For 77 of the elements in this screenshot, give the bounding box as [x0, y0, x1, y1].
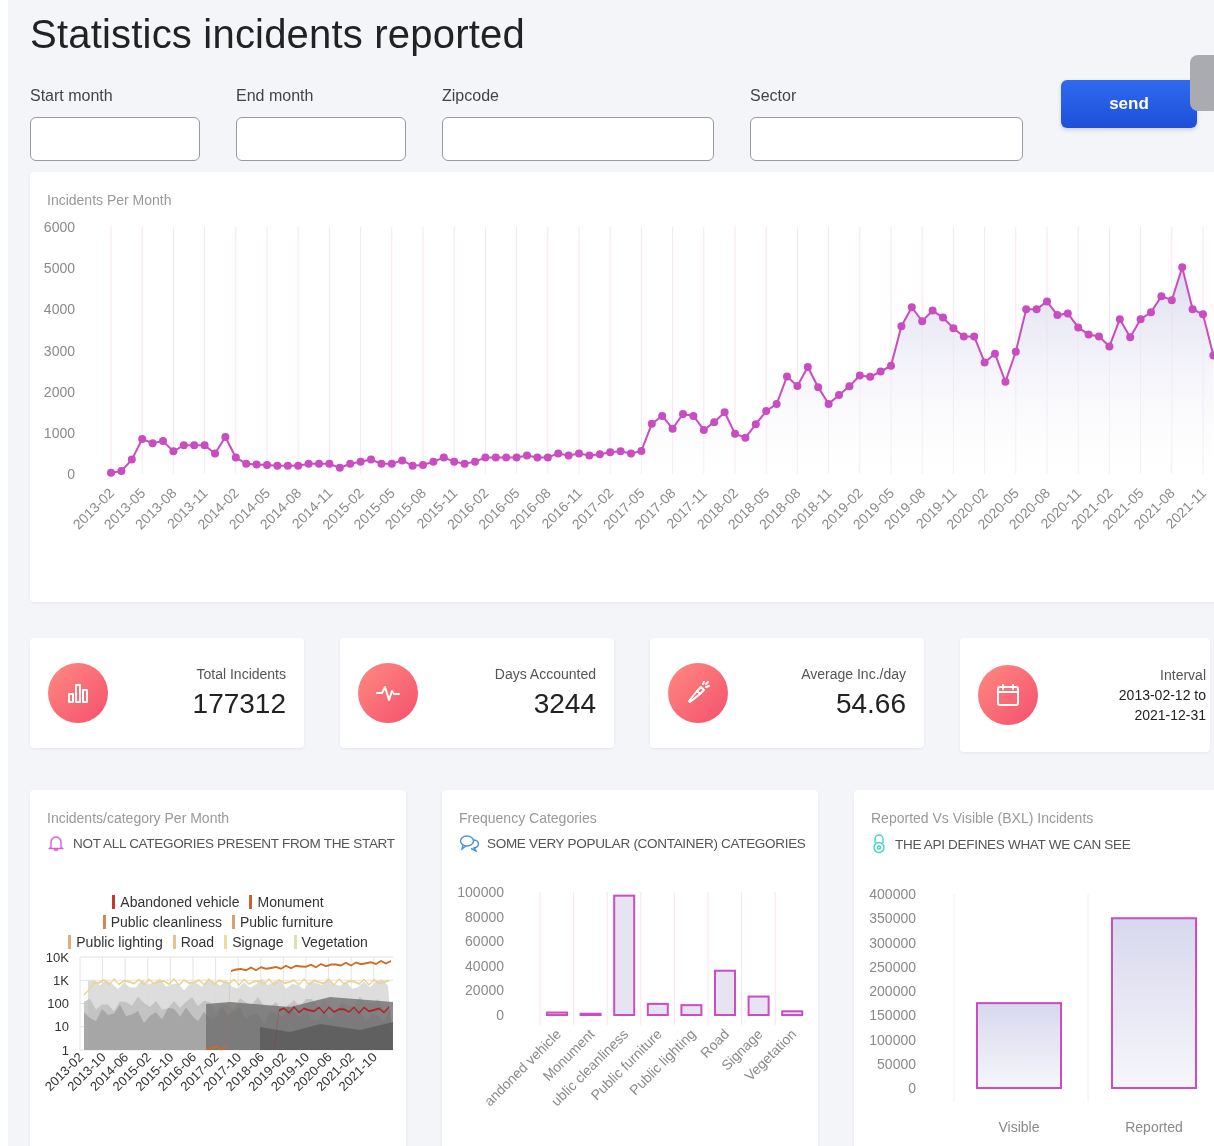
axis-label: 200000: [869, 983, 916, 999]
stat-value: 177312: [192, 688, 286, 720]
stat-value: 2013-02-12 to: [1118, 687, 1206, 703]
axis-label: Visible: [998, 1119, 1040, 1135]
axis-label: 350000: [869, 910, 916, 927]
axis-label: 60000: [465, 933, 504, 950]
legend-label: Signage: [232, 934, 284, 950]
chart-note: SOME VERY POPULAR (CONTAINER) CATEGORIES: [487, 835, 806, 851]
stat-label: Days Accounted: [494, 666, 596, 682]
chart-title: Incidents Per Month: [46, 192, 173, 208]
stat-value: 2021-12-31: [1134, 707, 1206, 723]
axis-label: 6000: [43, 219, 75, 235]
bar: [781, 1010, 804, 1016]
axis-label: 100000: [457, 884, 504, 900]
axis-label: 1000: [43, 424, 75, 441]
page-title: Statistics incidents reported: [30, 12, 526, 57]
stat-value: 3244: [533, 688, 596, 720]
axis-label: 10K: [45, 952, 69, 965]
axis-label: 300000: [869, 934, 916, 951]
axis-label: 80000: [465, 908, 504, 925]
stat-label: Interval: [1160, 667, 1206, 683]
field-label: End month: [236, 87, 315, 105]
input-field[interactable]: [750, 117, 1023, 161]
axis-label: 250000: [869, 958, 916, 975]
axis-label: 150000: [869, 1007, 916, 1024]
chart-title: Incidents/category Per Month: [46, 810, 231, 826]
axis-label: Reported: [1125, 1119, 1183, 1135]
field-label: Sector: [750, 87, 798, 105]
legend-label: Road: [180, 934, 215, 950]
bell-icon: [47, 834, 65, 852]
axis-label: 20000: [465, 982, 504, 999]
axis-label: 100000: [869, 1031, 916, 1048]
axis-label: 1: [61, 1042, 69, 1058]
legend-label: Vegetation: [301, 934, 368, 950]
axis-label: 10: [54, 1019, 69, 1035]
axis-label: 5000: [43, 260, 75, 277]
pulse-icon: [358, 663, 418, 723]
axis-label: 0: [67, 466, 75, 482]
field-label: Zipcode: [442, 87, 500, 105]
legend-label: Monument: [257, 894, 324, 910]
axis-label: 4000: [43, 301, 75, 318]
chart-note: THE API DEFINES WHAT WE CAN SEE: [895, 836, 1131, 852]
flashlight-icon: [668, 663, 728, 723]
chat-icon: [459, 834, 479, 852]
axis-label: 3000: [43, 342, 75, 359]
bar: [714, 969, 736, 1016]
axis-label: 400000: [869, 886, 916, 902]
bar: [680, 1004, 703, 1016]
axis-label: 0: [908, 1080, 916, 1096]
chart-title: Frequency Categories: [458, 810, 598, 826]
legend-label: Abandoned vehicle: [120, 894, 240, 910]
calendar-icon: [978, 665, 1038, 725]
bar: [579, 1012, 602, 1016]
legend-label: Public lighting: [76, 934, 163, 950]
input-field[interactable]: [30, 117, 200, 161]
axis-label: 2000: [43, 383, 75, 400]
field-label: Start month: [30, 87, 114, 105]
axis-label: 0: [496, 1007, 504, 1023]
lock-icon: [871, 834, 887, 854]
axis-label: 100: [47, 996, 69, 1011]
chart-note: NOT ALL CATEGORIES PRESENT FROM THE START: [73, 835, 395, 851]
bar: [747, 995, 770, 1016]
bar-chart-icon: [48, 663, 108, 723]
bar: [646, 1002, 669, 1016]
legend-label: Public furniture: [239, 914, 334, 930]
legend-label: Public cleanliness: [110, 914, 222, 930]
bar: [546, 1011, 568, 1016]
chart-title: Reported Vs Visible (BXL) Incidents: [870, 810, 1095, 826]
send-button[interactable]: send: [1061, 80, 1197, 128]
stat-label: Average Inc./day: [801, 666, 906, 682]
input-field[interactable]: [442, 117, 714, 161]
stat-value: 54.66: [835, 688, 906, 720]
axis-label: 1K: [53, 972, 69, 988]
input-field[interactable]: [236, 117, 406, 161]
axis-label: 50000: [877, 1055, 916, 1072]
axis-label: 40000: [465, 957, 504, 974]
stat-label: Total Incidents: [196, 666, 286, 682]
